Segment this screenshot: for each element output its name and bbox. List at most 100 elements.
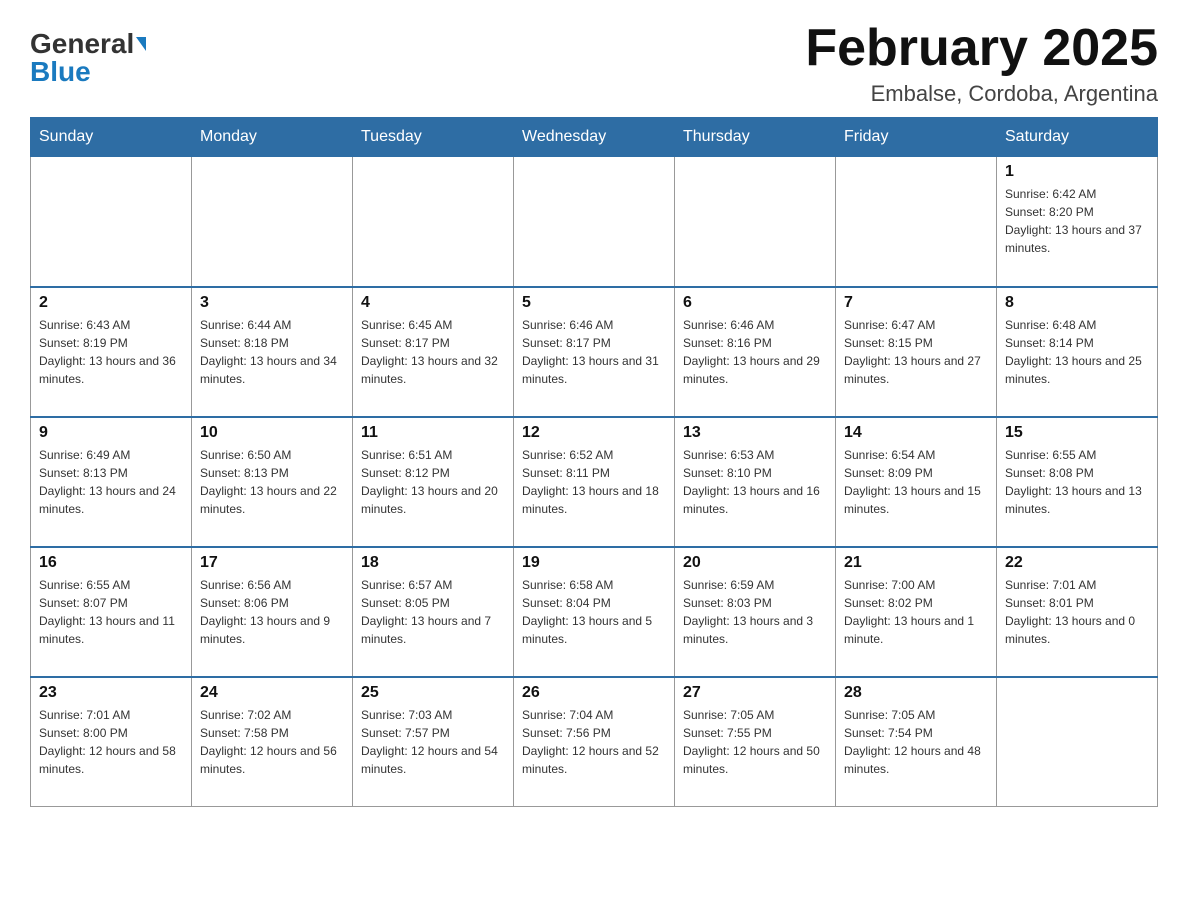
calendar-cell: 13 Sunrise: 6:53 AM Sunset: 8:10 PM Dayli… xyxy=(675,417,836,547)
day-info: Sunrise: 6:48 AM Sunset: 8:14 PM Dayligh… xyxy=(1005,316,1149,388)
calendar-cell: 25 Sunrise: 7:03 AM Sunset: 7:57 PM Dayli… xyxy=(353,677,514,807)
calendar-cell: 21 Sunrise: 7:00 AM Sunset: 8:02 PM Dayli… xyxy=(836,547,997,677)
weekday-header-wednesday: Wednesday xyxy=(514,118,675,157)
calendar-cell: 1 Sunrise: 6:42 AM Sunset: 8:20 PM Daylig… xyxy=(997,157,1158,287)
calendar-cell: 14 Sunrise: 6:54 AM Sunset: 8:09 PM Dayli… xyxy=(836,417,997,547)
day-number: 22 xyxy=(1005,554,1149,572)
day-info: Sunrise: 6:53 AM Sunset: 8:10 PM Dayligh… xyxy=(683,446,827,518)
day-number: 18 xyxy=(361,554,505,572)
day-info: Sunrise: 6:47 AM Sunset: 8:15 PM Dayligh… xyxy=(844,316,988,388)
day-number: 20 xyxy=(683,554,827,572)
day-info: Sunrise: 6:57 AM Sunset: 8:05 PM Dayligh… xyxy=(361,576,505,648)
weekday-header-tuesday: Tuesday xyxy=(353,118,514,157)
day-number: 21 xyxy=(844,554,988,572)
calendar-cell: 22 Sunrise: 7:01 AM Sunset: 8:01 PM Dayli… xyxy=(997,547,1158,677)
day-number: 24 xyxy=(200,684,344,702)
day-number: 10 xyxy=(200,424,344,442)
calendar-table: SundayMondayTuesdayWednesdayThursdayFrid… xyxy=(30,117,1158,807)
calendar-cell: 17 Sunrise: 6:56 AM Sunset: 8:06 PM Dayli… xyxy=(192,547,353,677)
day-info: Sunrise: 6:46 AM Sunset: 8:17 PM Dayligh… xyxy=(522,316,666,388)
location-text: Embalse, Cordoba, Argentina xyxy=(805,81,1158,107)
calendar-cell xyxy=(514,157,675,287)
day-info: Sunrise: 6:51 AM Sunset: 8:12 PM Dayligh… xyxy=(361,446,505,518)
day-info: Sunrise: 6:50 AM Sunset: 8:13 PM Dayligh… xyxy=(200,446,344,518)
calendar-cell: 26Sunrise: 7:04 AM Sunset: 7:56 PM Dayli… xyxy=(514,677,675,807)
calendar-cell xyxy=(192,157,353,287)
calendar-cell: 28Sunrise: 7:05 AM Sunset: 7:54 PM Dayli… xyxy=(836,677,997,807)
calendar-cell: 24 Sunrise: 7:02 AM Sunset: 7:58 PM Dayli… xyxy=(192,677,353,807)
calendar-cell xyxy=(997,677,1158,807)
day-number: 2 xyxy=(39,294,183,312)
day-info: Sunrise: 7:02 AM Sunset: 7:58 PM Dayligh… xyxy=(200,706,344,778)
weekday-header-sunday: Sunday xyxy=(31,118,192,157)
day-info: Sunrise: 7:00 AM Sunset: 8:02 PM Dayligh… xyxy=(844,576,988,648)
day-number: 16 xyxy=(39,554,183,572)
day-number: 8 xyxy=(1005,294,1149,312)
logo: General Blue xyxy=(30,20,146,86)
title-section: February 2025 Embalse, Cordoba, Argentin… xyxy=(805,20,1158,107)
day-info: Sunrise: 6:49 AM Sunset: 8:13 PM Dayligh… xyxy=(39,446,183,518)
day-info: Sunrise: 7:01 AM Sunset: 8:00 PM Dayligh… xyxy=(39,706,183,778)
day-number: 23 xyxy=(39,684,183,702)
day-info: Sunrise: 6:44 AM Sunset: 8:18 PM Dayligh… xyxy=(200,316,344,388)
day-number: 4 xyxy=(361,294,505,312)
day-info: Sunrise: 6:54 AM Sunset: 8:09 PM Dayligh… xyxy=(844,446,988,518)
calendar-week-row: 9 Sunrise: 6:49 AM Sunset: 8:13 PM Daylig… xyxy=(31,417,1158,547)
calendar-week-row: 2 Sunrise: 6:43 AM Sunset: 8:19 PM Daylig… xyxy=(31,287,1158,417)
day-info: Sunrise: 7:05 AM Sunset: 7:55 PM Dayligh… xyxy=(683,706,827,778)
weekday-header-friday: Friday xyxy=(836,118,997,157)
calendar-cell: 12Sunrise: 6:52 AM Sunset: 8:11 PM Dayli… xyxy=(514,417,675,547)
day-number: 15 xyxy=(1005,424,1149,442)
calendar-cell: 7Sunrise: 6:47 AM Sunset: 8:15 PM Daylig… xyxy=(836,287,997,417)
calendar-cell xyxy=(353,157,514,287)
calendar-cell: 9 Sunrise: 6:49 AM Sunset: 8:13 PM Daylig… xyxy=(31,417,192,547)
calendar-cell: 20 Sunrise: 6:59 AM Sunset: 8:03 PM Dayli… xyxy=(675,547,836,677)
day-number: 14 xyxy=(844,424,988,442)
day-number: 27 xyxy=(683,684,827,702)
calendar-cell: 16 Sunrise: 6:55 AM Sunset: 8:07 PM Dayli… xyxy=(31,547,192,677)
day-number: 1 xyxy=(1005,163,1149,181)
calendar-cell: 3 Sunrise: 6:44 AM Sunset: 8:18 PM Daylig… xyxy=(192,287,353,417)
calendar-cell: 15 Sunrise: 6:55 AM Sunset: 8:08 PM Dayli… xyxy=(997,417,1158,547)
day-info: Sunrise: 6:56 AM Sunset: 8:06 PM Dayligh… xyxy=(200,576,344,648)
calendar-week-row: 1 Sunrise: 6:42 AM Sunset: 8:20 PM Daylig… xyxy=(31,157,1158,287)
day-info: Sunrise: 6:45 AM Sunset: 8:17 PM Dayligh… xyxy=(361,316,505,388)
calendar-week-row: 16 Sunrise: 6:55 AM Sunset: 8:07 PM Dayli… xyxy=(31,547,1158,677)
calendar-cell xyxy=(836,157,997,287)
weekday-header-saturday: Saturday xyxy=(997,118,1158,157)
calendar-cell: 2 Sunrise: 6:43 AM Sunset: 8:19 PM Daylig… xyxy=(31,287,192,417)
day-info: Sunrise: 7:01 AM Sunset: 8:01 PM Dayligh… xyxy=(1005,576,1149,648)
calendar-week-row: 23 Sunrise: 7:01 AM Sunset: 8:00 PM Dayli… xyxy=(31,677,1158,807)
calendar-cell: 4 Sunrise: 6:45 AM Sunset: 8:17 PM Daylig… xyxy=(353,287,514,417)
month-title: February 2025 xyxy=(805,20,1158,77)
day-number: 19 xyxy=(522,554,666,572)
logo-blue-text: Blue xyxy=(30,58,91,86)
calendar-cell: 23 Sunrise: 7:01 AM Sunset: 8:00 PM Dayli… xyxy=(31,677,192,807)
calendar-cell xyxy=(675,157,836,287)
weekday-header-thursday: Thursday xyxy=(675,118,836,157)
day-info: Sunrise: 6:55 AM Sunset: 8:07 PM Dayligh… xyxy=(39,576,183,648)
day-info: Sunrise: 6:46 AM Sunset: 8:16 PM Dayligh… xyxy=(683,316,827,388)
day-info: Sunrise: 6:55 AM Sunset: 8:08 PM Dayligh… xyxy=(1005,446,1149,518)
day-info: Sunrise: 6:58 AM Sunset: 8:04 PM Dayligh… xyxy=(522,576,666,648)
day-info: Sunrise: 6:59 AM Sunset: 8:03 PM Dayligh… xyxy=(683,576,827,648)
day-number: 3 xyxy=(200,294,344,312)
day-number: 25 xyxy=(361,684,505,702)
weekday-header-monday: Monday xyxy=(192,118,353,157)
day-number: 5 xyxy=(522,294,666,312)
day-number: 13 xyxy=(683,424,827,442)
day-info: Sunrise: 6:43 AM Sunset: 8:19 PM Dayligh… xyxy=(39,316,183,388)
calendar-cell: 8 Sunrise: 6:48 AM Sunset: 8:14 PM Daylig… xyxy=(997,287,1158,417)
day-number: 9 xyxy=(39,424,183,442)
calendar-cell xyxy=(31,157,192,287)
day-info: Sunrise: 6:42 AM Sunset: 8:20 PM Dayligh… xyxy=(1005,185,1149,257)
page-header: General Blue February 2025 Embalse, Cord… xyxy=(30,20,1158,107)
calendar-cell: 18 Sunrise: 6:57 AM Sunset: 8:05 PM Dayli… xyxy=(353,547,514,677)
day-info: Sunrise: 6:52 AM Sunset: 8:11 PM Dayligh… xyxy=(522,446,666,518)
weekday-header-row: SundayMondayTuesdayWednesdayThursdayFrid… xyxy=(31,118,1158,157)
logo-arrow-icon xyxy=(136,37,146,51)
calendar-cell: 6Sunrise: 6:46 AM Sunset: 8:16 PM Daylig… xyxy=(675,287,836,417)
day-number: 17 xyxy=(200,554,344,572)
day-info: Sunrise: 7:03 AM Sunset: 7:57 PM Dayligh… xyxy=(361,706,505,778)
calendar-cell: 11Sunrise: 6:51 AM Sunset: 8:12 PM Dayli… xyxy=(353,417,514,547)
